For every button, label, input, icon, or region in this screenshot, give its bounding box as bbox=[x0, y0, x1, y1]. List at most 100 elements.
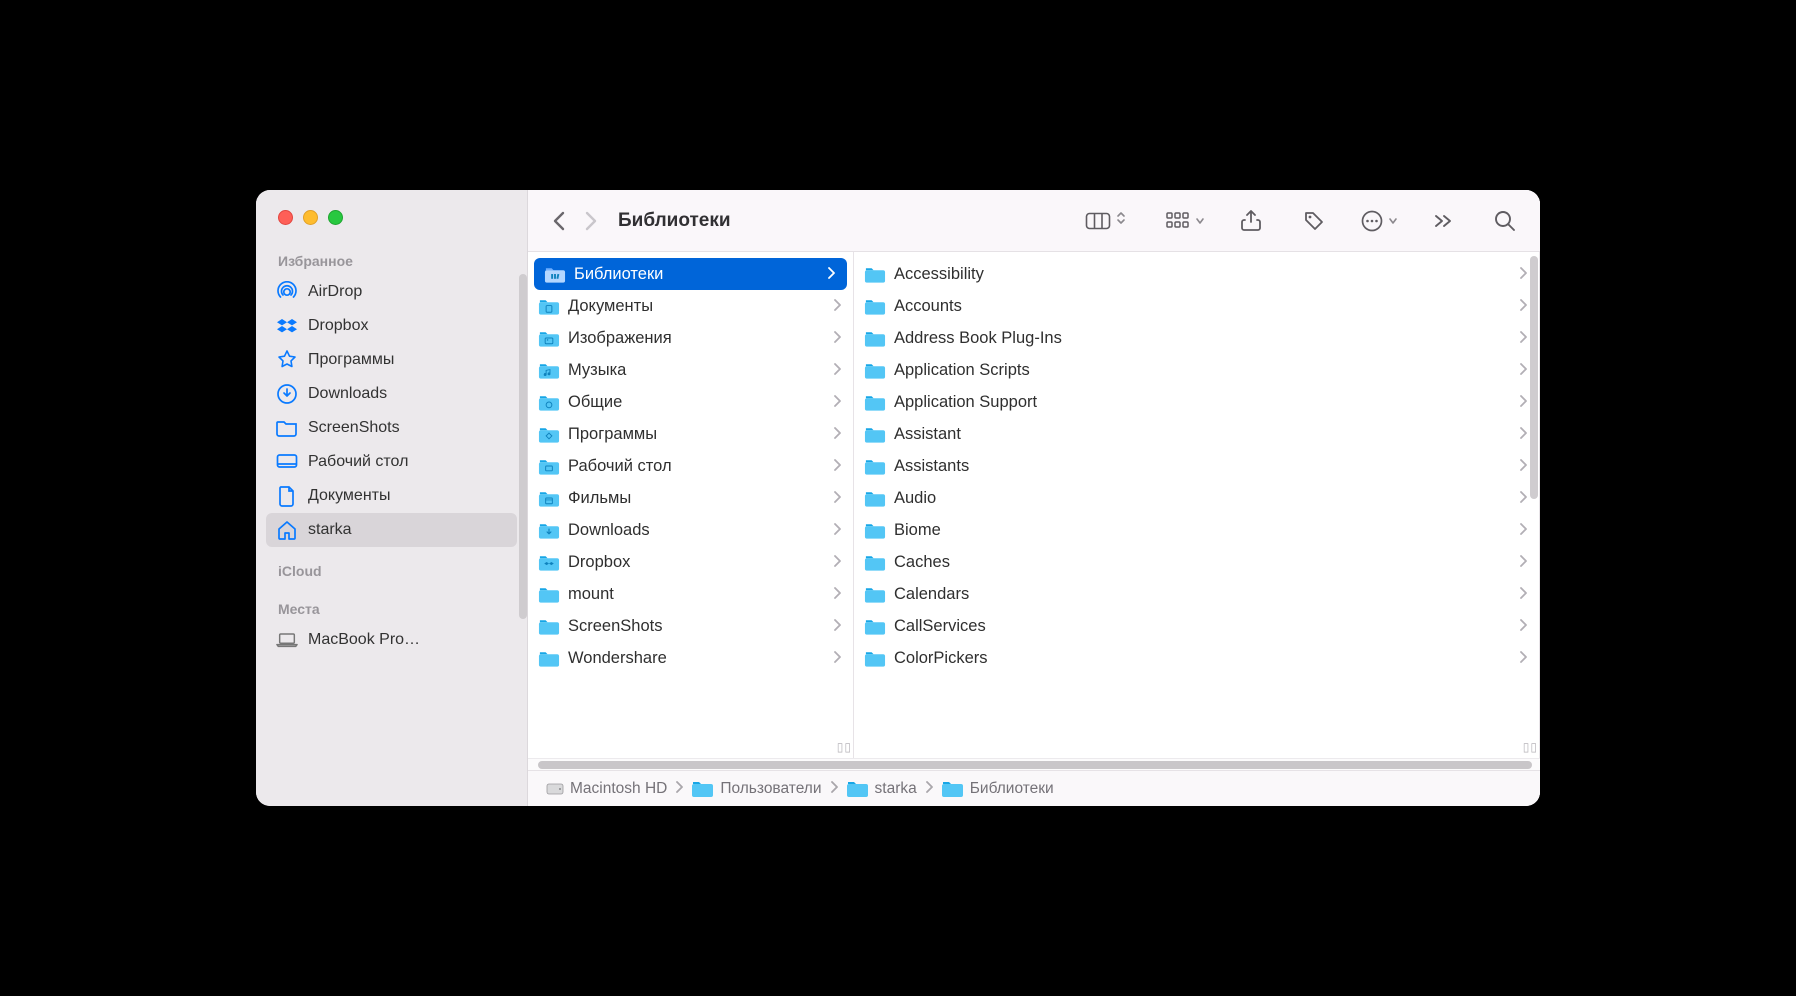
folder-row[interactable]: Caches bbox=[854, 546, 1539, 578]
folder-row[interactable]: CallServices bbox=[854, 610, 1539, 642]
horizontal-scrollbar-track[interactable] bbox=[528, 758, 1540, 770]
path-segment[interactable]: starka bbox=[846, 779, 917, 798]
folder-row[interactable]: Audio bbox=[854, 482, 1539, 514]
folder-row[interactable]: Application Support bbox=[854, 386, 1539, 418]
folder-row[interactable]: Документы bbox=[528, 290, 853, 322]
sidebar-item[interactable]: Рабочий стол bbox=[266, 445, 517, 479]
sidebar-item-label: starka bbox=[308, 521, 352, 539]
chevron-right-icon bbox=[833, 649, 845, 668]
sidebar-item[interactable]: Downloads bbox=[266, 377, 517, 411]
close-window-button[interactable] bbox=[278, 210, 293, 225]
folder-label: ColorPickers bbox=[894, 646, 1511, 670]
folder-icon bbox=[538, 649, 560, 667]
folder-icon bbox=[864, 361, 886, 379]
folder-icon bbox=[846, 779, 869, 798]
folder-row[interactable]: Программы bbox=[528, 418, 853, 450]
folder-icon bbox=[864, 553, 886, 571]
chevron-updown-icon bbox=[1116, 210, 1126, 231]
folder-label: Address Book Plug-Ins bbox=[894, 326, 1511, 350]
folder-row[interactable]: Рабочий стол bbox=[528, 450, 853, 482]
group-by-button[interactable] bbox=[1166, 212, 1205, 230]
column-resize-handle[interactable]: ▯▯ bbox=[1523, 740, 1538, 754]
folder-label: Изображения bbox=[568, 326, 825, 350]
nav-forward-button[interactable] bbox=[578, 206, 604, 236]
folder-label: Accessibility bbox=[894, 262, 1511, 286]
folder-icon bbox=[691, 779, 714, 798]
folder-label: Application Scripts bbox=[894, 358, 1511, 382]
folder-row[interactable]: Biome bbox=[854, 514, 1539, 546]
folder-icon bbox=[538, 297, 560, 315]
folder-row[interactable]: ScreenShots bbox=[528, 610, 853, 642]
folder-row[interactable]: Accounts bbox=[854, 290, 1539, 322]
sidebar-section-title: iCloud bbox=[256, 557, 527, 585]
folder-row[interactable]: mount bbox=[528, 578, 853, 610]
tags-button[interactable] bbox=[1297, 206, 1331, 236]
horizontal-scrollbar-thumb[interactable] bbox=[538, 761, 1532, 769]
sidebar-section-title: Места bbox=[256, 595, 527, 623]
folder-label: mount bbox=[568, 582, 825, 606]
harddrive-icon bbox=[546, 781, 564, 797]
sidebar-item[interactable]: Программы bbox=[266, 343, 517, 377]
folder-row[interactable]: Изображения bbox=[528, 322, 853, 354]
minimize-window-button[interactable] bbox=[303, 210, 318, 225]
folder-row[interactable]: Address Book Plug-Ins bbox=[854, 322, 1539, 354]
folder-row[interactable]: Calendars bbox=[854, 578, 1539, 610]
folder-row[interactable]: Downloads bbox=[528, 514, 853, 546]
sidebar-item[interactable]: AirDrop bbox=[266, 275, 517, 309]
folder-row[interactable]: Фильмы bbox=[528, 482, 853, 514]
folder-label: Библиотеки bbox=[574, 262, 819, 286]
folder-label: Фильмы bbox=[568, 486, 825, 510]
folder-row[interactable]: Музыка bbox=[528, 354, 853, 386]
folder-label: Accounts bbox=[894, 294, 1511, 318]
folder-row[interactable]: Application Scripts bbox=[854, 354, 1539, 386]
sidebar-item[interactable]: starka bbox=[266, 513, 517, 547]
column-scrollbar[interactable] bbox=[1530, 256, 1538, 499]
folder-row[interactable]: ColorPickers bbox=[854, 642, 1539, 674]
path-segment-label: Macintosh HD bbox=[570, 780, 667, 798]
sidebar-item[interactable]: MacBook Pro… bbox=[266, 623, 517, 657]
folder-icon bbox=[538, 361, 560, 379]
folder-row[interactable]: Общие bbox=[528, 386, 853, 418]
folder-icon bbox=[864, 425, 886, 443]
path-segment[interactable]: Пользователи bbox=[691, 779, 821, 798]
sidebar-scrollbar[interactable] bbox=[519, 274, 527, 619]
folder-row[interactable]: Accessibility bbox=[854, 258, 1539, 290]
apps-icon bbox=[276, 349, 298, 371]
folder-label: Biome bbox=[894, 518, 1511, 542]
folder-row[interactable]: Assistants bbox=[854, 450, 1539, 482]
chevron-right-icon bbox=[1519, 521, 1531, 540]
folder-icon bbox=[864, 297, 886, 315]
folder-row[interactable]: Dropbox bbox=[528, 546, 853, 578]
folder-label: Музыка bbox=[568, 358, 825, 382]
path-segment[interactable]: Библиотеки bbox=[941, 779, 1054, 798]
folder-row[interactable]: Библиотеки bbox=[534, 258, 847, 290]
fullscreen-window-button[interactable] bbox=[328, 210, 343, 225]
folder-icon bbox=[864, 617, 886, 635]
overflow-button[interactable] bbox=[1428, 206, 1458, 236]
toolbar: Библиотеки bbox=[528, 190, 1540, 252]
path-bar: Macintosh HD Пользователи starka Библиотеки bbox=[528, 770, 1540, 806]
sidebar-item[interactable]: Dropbox bbox=[266, 309, 517, 343]
share-button[interactable] bbox=[1235, 206, 1267, 236]
search-button[interactable] bbox=[1488, 206, 1522, 236]
action-menu-button[interactable] bbox=[1361, 210, 1398, 232]
column-1[interactable]: Библиотеки Документы Изображения Музыка Общи… bbox=[528, 252, 854, 758]
column-resize-handle[interactable]: ▯▯ bbox=[837, 740, 852, 754]
chevron-right-icon bbox=[833, 457, 845, 476]
nav-back-button[interactable] bbox=[546, 206, 572, 236]
view-mode-button[interactable] bbox=[1085, 210, 1126, 231]
path-segment[interactable]: Macintosh HD bbox=[546, 780, 667, 798]
sidebar-item-label: Dropbox bbox=[308, 317, 368, 335]
folder-row[interactable]: Assistant bbox=[854, 418, 1539, 450]
main-area: Библиотеки bbox=[528, 190, 1540, 806]
folder-icon bbox=[941, 779, 964, 798]
folder-row[interactable]: Wondershare bbox=[528, 642, 853, 674]
column-2[interactable]: Accessibility Accounts Address Book Plug-I… bbox=[854, 252, 1540, 758]
sidebar-item[interactable]: ScreenShots bbox=[266, 411, 517, 445]
folder-label: Общие bbox=[568, 390, 825, 414]
folder-icon bbox=[538, 329, 560, 347]
folder-icon bbox=[864, 457, 886, 475]
sidebar-item[interactable]: Документы bbox=[266, 479, 517, 513]
chevron-right-icon bbox=[833, 297, 845, 316]
chevron-right-icon bbox=[833, 361, 845, 380]
